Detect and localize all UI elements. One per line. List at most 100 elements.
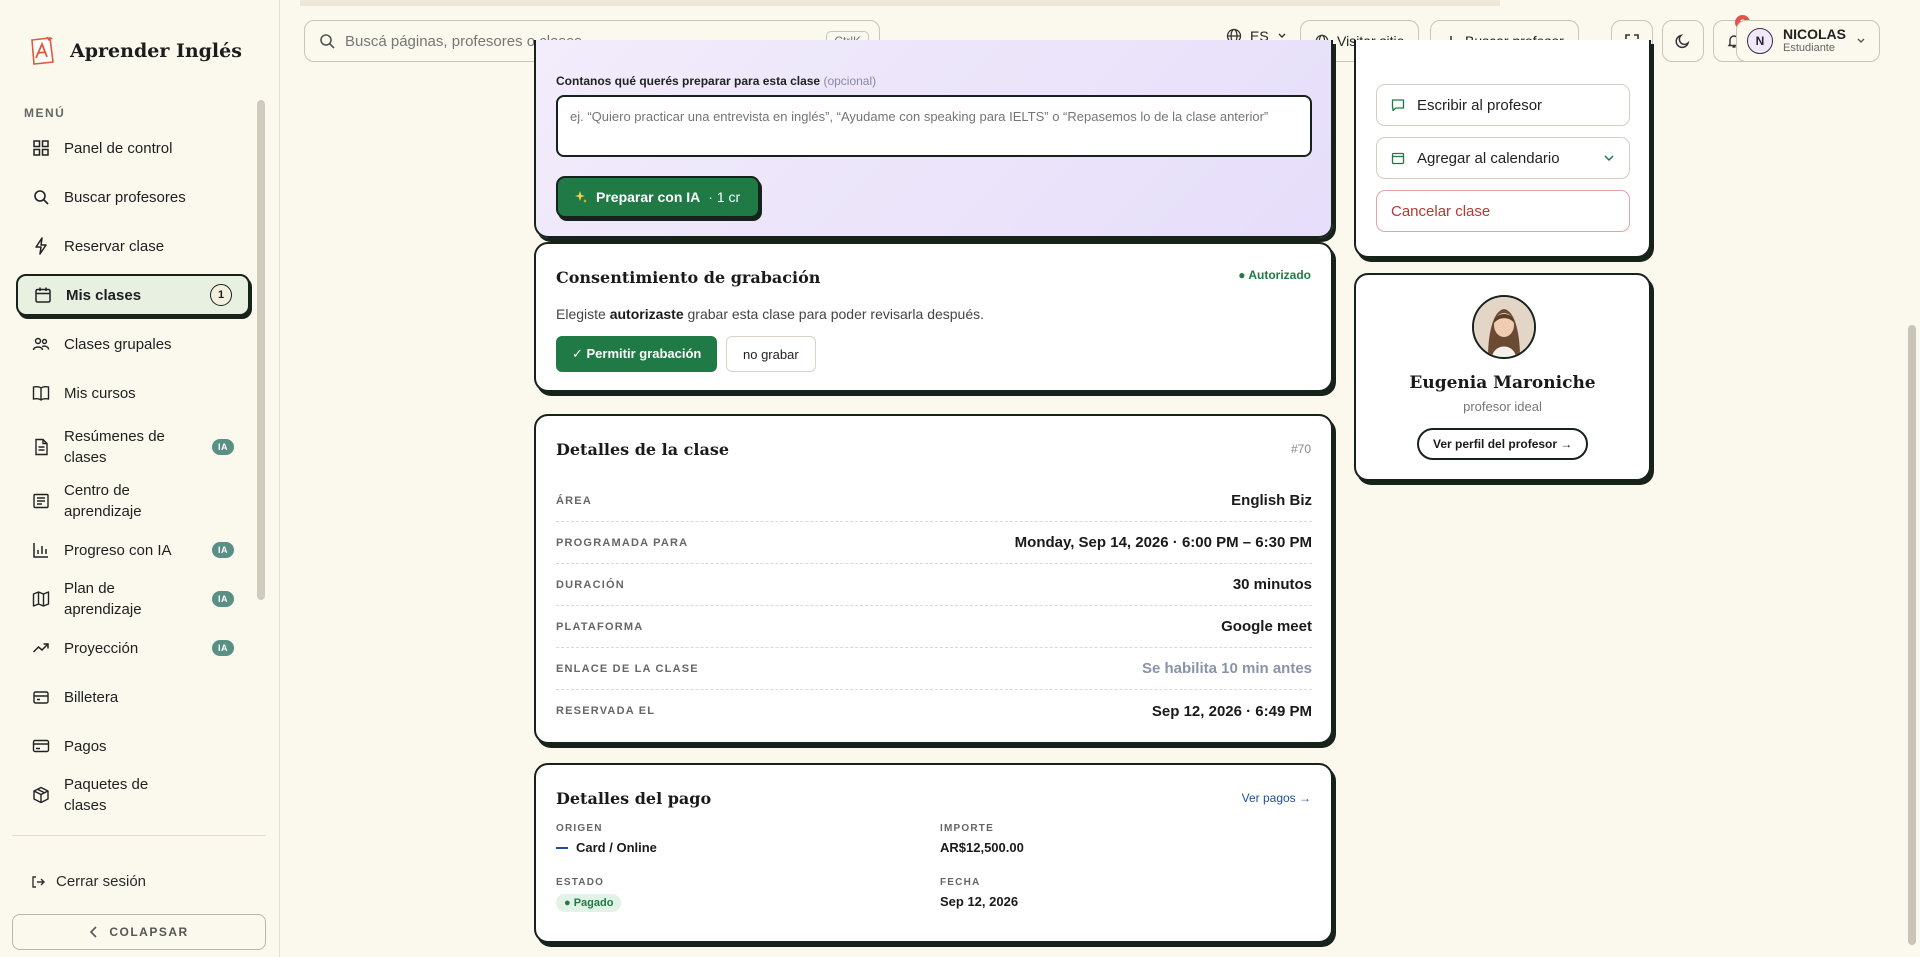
sidebar-scrollbar-thumb[interactable] [257, 100, 265, 600]
sidebar-item-label: Billetera [64, 688, 119, 706]
details-list: ÁREA English Biz PROGRAMADA PARA Monday,… [556, 480, 1312, 732]
sidebar-item-mis-clases[interactable]: Mis clases 1 [16, 274, 250, 316]
details-value: Google meet [1221, 618, 1312, 635]
prepare-with-ai-label: Preparar con IA [596, 189, 701, 205]
payment-status-key: ESTADO [556, 877, 605, 888]
details-title: Detalles de la clase [556, 440, 730, 459]
sidebar-item-proyeccion[interactable]: Proyección IA [16, 627, 250, 669]
sidebar-item-progreso-ia[interactable]: Progreso con IA IA [16, 529, 250, 571]
avatar: N [1747, 28, 1773, 54]
brand[interactable]: Aprender Inglés [28, 36, 242, 66]
details-key: PLATAFORMA [556, 620, 644, 633]
ia-badge: IA [212, 591, 234, 607]
theme-toggle-button[interactable] [1662, 20, 1704, 62]
logout-label: Cerrar sesión [56, 873, 147, 890]
payment-amount: IMPORTE AR$12,500.00 [940, 823, 1024, 855]
sidebar-item-mis-cursos[interactable]: Mis cursos [16, 372, 250, 414]
sidebar-scrollbar[interactable] [257, 100, 265, 830]
sidebar-item-label: Clases grupales [64, 335, 172, 353]
view-payments-link[interactable]: Ver pagos → [1242, 791, 1311, 805]
ia-badge: IA [212, 439, 234, 455]
sidebar-item-label: Plan de aprendizaje [64, 580, 142, 618]
ai-prep-input[interactable] [556, 95, 1312, 157]
payment-origin-key: ORIGEN [556, 823, 603, 834]
details-value: Monday, Sep 14, 2026 · 6:00 PM – 6:30 PM [1014, 534, 1312, 551]
sidebar-item-panel[interactable]: Panel de control [16, 127, 250, 169]
main-scrollbar[interactable] [1908, 80, 1916, 950]
consent-text-bold: autorizaste [609, 306, 684, 322]
ai-prep-label-text: Contanos qué querés preparar para esta c… [556, 74, 821, 88]
prepare-with-ai-cost: · 1 cr [708, 189, 741, 205]
sidebar-item-reservar-clase[interactable]: Reservar clase [16, 225, 250, 267]
package-icon [33, 786, 49, 804]
sidebar-item-label: Pagos [64, 737, 107, 755]
details-key: ENLACE DE LA CLASE [556, 662, 699, 675]
user-name: NICOLAS [1783, 26, 1846, 42]
bar-chart-icon [33, 543, 48, 558]
sidebar-item-clases-grupales[interactable]: Clases grupales [16, 323, 250, 365]
details-row: ENLACE DE LA CLASE Se habilita 10 min an… [556, 648, 1312, 690]
details-row: ÁREA English Biz [556, 480, 1312, 522]
moon-icon [1675, 34, 1690, 49]
payment-status-value: ● Pagado [556, 894, 622, 912]
sidebar-item-pagos[interactable]: Pagos [16, 725, 250, 767]
sidebar-item-plan-aprendizaje[interactable]: Plan de aprendizaje IA [16, 578, 250, 620]
chevron-down-icon [1604, 155, 1614, 162]
message-teacher-label: Escribir al profesor [1417, 96, 1543, 114]
user-role: Estudiante [1783, 42, 1835, 54]
sidebar-item-resumenes[interactable]: Resúmenes de clases IA [16, 421, 250, 473]
main-scrollbar-thumb[interactable] [1908, 325, 1916, 945]
class-id: #70 [1290, 442, 1311, 456]
teacher-avatar[interactable] [1472, 295, 1536, 359]
payment-status: ESTADO ● Pagado [556, 877, 622, 912]
mis-clases-count-badge: 1 [210, 284, 232, 306]
credit-card-icon [32, 739, 50, 753]
payment-title: Detalles del pago [556, 789, 712, 808]
allow-recording-button[interactable]: ✓ Permitir grabación [556, 336, 718, 372]
menu-label: MENÚ [24, 106, 66, 120]
book-icon [32, 386, 50, 401]
view-teacher-profile-button[interactable]: Ver perfil del profesor → [1417, 428, 1589, 460]
collapse-button[interactable]: COLAPSAR [12, 914, 266, 950]
teacher-name: Eugenia Maroniche [1409, 373, 1596, 393]
consent-text-prefix: Elegiste [556, 306, 610, 322]
logout-button[interactable]: Cerrar sesión [30, 873, 146, 890]
teacher-card: Eugenia Maroniche profesor ideal Ver per… [1354, 273, 1651, 481]
details-row: PROGRAMADA PARA Monday, Sep 14, 2026 · 6… [556, 522, 1312, 564]
brand-logo-icon [31, 36, 54, 65]
consent-text-suffix: grabar esta clase para poder revisarla d… [683, 306, 985, 322]
payment-date-value: Sep 12, 2026 [940, 894, 1019, 909]
payment-date: FECHA Sep 12, 2026 [940, 877, 1018, 909]
message-teacher-button[interactable]: Escribir al profesor [1376, 84, 1630, 126]
trend-up-icon [32, 643, 49, 653]
payment-origin-text: Card / Online [576, 840, 657, 855]
cancel-class-button[interactable]: Cancelar clase [1376, 190, 1630, 232]
sidebar-item-label: Reservar clase [64, 237, 165, 255]
prepare-with-ai-button[interactable]: Preparar con IA · 1 cr [556, 176, 761, 218]
sidebar-item-label: Centro de aprendizaje [64, 482, 142, 520]
deny-recording-button[interactable]: no grabar [726, 336, 816, 372]
consent-title: Consentimiento de grabación [556, 268, 821, 287]
payment-amount-value: AR$12,500.00 [940, 840, 1024, 855]
status-badge: ● Pagado [556, 894, 622, 912]
sidebar-item-paquetes[interactable]: Paquetes de clases [16, 774, 250, 816]
class-details-card: Detalles de la clase #70 ÁREA English Bi… [534, 414, 1333, 744]
details-row: DURACIÓN 30 minutos [556, 564, 1312, 606]
payment-details-card: Detalles del pago Ver pagos → ORIGEN Car… [534, 763, 1333, 943]
teacher-role: profesor ideal [1463, 399, 1542, 414]
message-icon [1391, 99, 1405, 112]
sidebar-item-buscar-profesores[interactable]: Buscar profesores [16, 176, 250, 218]
add-to-calendar-button[interactable]: Agregar al calendario [1376, 137, 1630, 179]
sidebar-item-centro-aprendizaje[interactable]: Centro de aprendizaje [16, 480, 250, 522]
sidebar-nav: Panel de control Buscar profesores Reser… [16, 127, 250, 823]
sidebar-item-label: Panel de control [64, 139, 173, 157]
brand-name: Aprender Inglés [70, 40, 242, 62]
user-menu[interactable]: N NICOLAS Estudiante [1736, 20, 1880, 62]
sidebar-item-label: Mis clases [66, 286, 142, 304]
payment-date-key: FECHA [940, 877, 981, 888]
sidebar-item-billetera[interactable]: Billetera [16, 676, 250, 718]
sidebar-item-label: Mis cursos [64, 384, 136, 402]
search-icon [320, 34, 335, 49]
class-actions-card: Escribir al profesor Agregar al calendar… [1354, 40, 1651, 258]
logout-icon [32, 875, 45, 888]
